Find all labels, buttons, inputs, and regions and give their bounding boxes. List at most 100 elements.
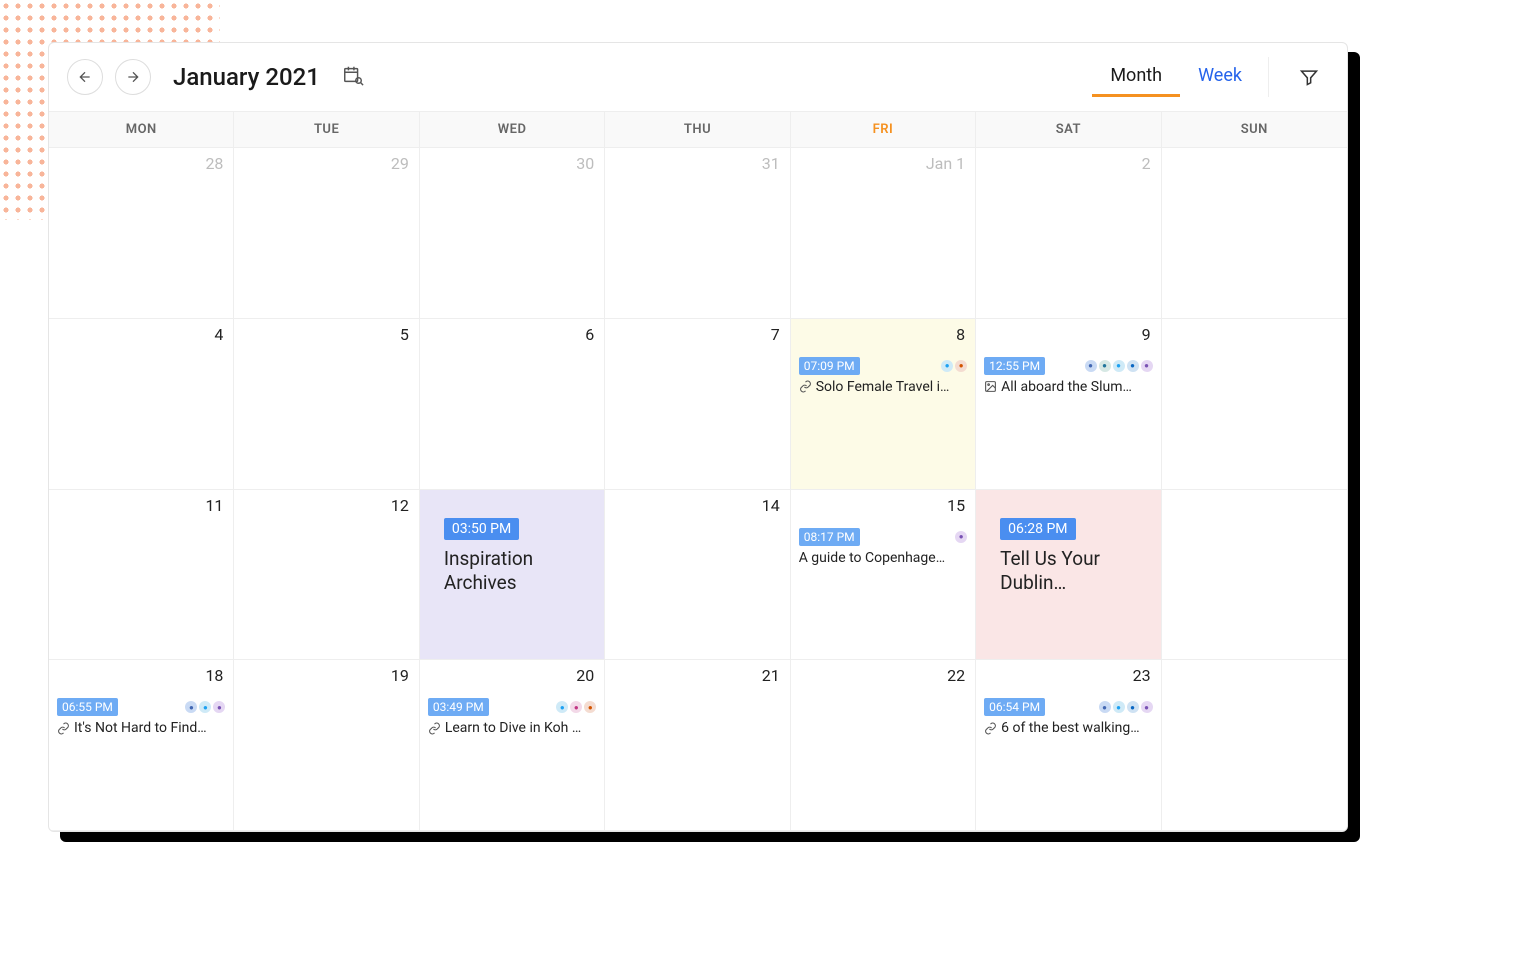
- event-time-badge: 12:55 PM: [984, 357, 1045, 375]
- date-label: 2: [1142, 154, 1151, 173]
- calendar-cell[interactable]: [1162, 660, 1347, 831]
- calendar-cell[interactable]: 03:50 PM Inspiration Archives: [420, 490, 605, 661]
- calendar-cell[interactable]: 12: [234, 490, 419, 661]
- date-label: 28: [205, 154, 223, 173]
- link-icon: [57, 722, 70, 735]
- calendar-cell[interactable]: 28: [49, 148, 234, 319]
- filter-icon: [1299, 67, 1319, 87]
- event-card[interactable]: 06:54 PM●●●●6 of the best walking…: [984, 698, 1152, 736]
- tw-icon: ●: [199, 701, 211, 713]
- event-title: Solo Female Travel i…: [816, 379, 950, 395]
- event-time-badge: 03:50 PM: [444, 518, 519, 540]
- event-card[interactable]: 08:17 PM ● A guide to Copenhage…: [799, 528, 967, 566]
- search-calendar-button[interactable]: [342, 64, 364, 90]
- prev-button[interactable]: [67, 59, 103, 95]
- calendar-cell[interactable]: 4: [49, 319, 234, 490]
- date-label: 12: [391, 496, 409, 515]
- arrow-left-icon: [77, 69, 93, 85]
- li-icon: ●: [1127, 360, 1139, 372]
- link-icon: [428, 722, 441, 735]
- calendar-grid: 28293031Jan 124567807:09 PM●●Solo Female…: [49, 148, 1347, 831]
- calendar-cell[interactable]: 14: [605, 490, 790, 661]
- date-label: Jan 1: [926, 154, 965, 173]
- calendar-cell[interactable]: 2: [976, 148, 1161, 319]
- calendar-cell[interactable]: 807:09 PM●●Solo Female Travel i…: [791, 319, 976, 490]
- event-title: Learn to Dive in Koh …: [445, 720, 581, 736]
- calendar-cell[interactable]: 2306:54 PM●●●●6 of the best walking…: [976, 660, 1161, 831]
- event-title: It's Not Hard to Find…: [74, 720, 207, 736]
- network-icons: ●●●: [556, 701, 596, 713]
- calendar-cell[interactable]: [1162, 490, 1347, 661]
- calendar-cell[interactable]: 7: [605, 319, 790, 490]
- calendar-search-icon: [342, 64, 364, 86]
- date-label: 22: [947, 666, 965, 685]
- gb-icon: ●: [213, 701, 225, 713]
- event-time-badge: 08:17 PM: [799, 528, 860, 546]
- date-label: 14: [762, 496, 780, 515]
- gb-icon: ●: [955, 531, 967, 543]
- event-title: Inspiration Archives: [444, 547, 580, 596]
- fb-icon: ●: [1099, 701, 1111, 713]
- tw-icon: ●: [556, 701, 568, 713]
- date-label: 30: [576, 154, 594, 173]
- day-of-week-row: MONTUEWEDTHUFRISATSUN: [49, 112, 1347, 148]
- date-label: 21: [762, 666, 780, 685]
- dow-tue: TUE: [234, 112, 419, 147]
- calendar-cell[interactable]: [1162, 319, 1347, 490]
- filter-button[interactable]: [1281, 67, 1329, 87]
- calendar-cell[interactable]: 29: [234, 148, 419, 319]
- calendar-cell[interactable]: Jan 1: [791, 148, 976, 319]
- dow-thu: THU: [605, 112, 790, 147]
- event-time-badge: 07:09 PM: [799, 357, 860, 375]
- tab-month[interactable]: Month: [1092, 57, 1180, 97]
- calendar-cell[interactable]: 31: [605, 148, 790, 319]
- date-label: 19: [391, 666, 409, 685]
- calendar-cell[interactable]: 06:28 PMTell Us Your Dublin…: [976, 490, 1161, 661]
- dow-mon: MON: [49, 112, 234, 147]
- link-icon: [984, 722, 997, 735]
- network-icons: ●: [955, 531, 967, 543]
- event-card[interactable]: 07:09 PM●●Solo Female Travel i…: [799, 357, 967, 395]
- calendar-cell[interactable]: 19: [234, 660, 419, 831]
- calendar-cell[interactable]: [1162, 148, 1347, 319]
- date-label: 4: [214, 325, 223, 344]
- gs-icon: ●: [584, 701, 596, 713]
- date-label: 6: [585, 325, 594, 344]
- date-label: 15: [947, 496, 965, 515]
- calendar-cell[interactable]: 15 08:17 PM ● A guide to Copenhage…: [791, 490, 976, 661]
- event-time-badge: 06:28 PM: [1000, 518, 1075, 540]
- date-label: 5: [400, 325, 409, 344]
- view-tabs: Month Week: [1092, 57, 1269, 97]
- event-time-badge: 03:49 PM: [428, 698, 489, 716]
- date-label: 8: [956, 325, 965, 344]
- event-card[interactable]: 03:49 PM●●●Learn to Dive in Koh …: [428, 698, 596, 736]
- event-card[interactable]: 12:55 PM●●●●●All aboard the Slum…: [984, 357, 1152, 395]
- date-label: 11: [205, 496, 223, 515]
- date-label: 31: [762, 154, 780, 173]
- calendar-cell[interactable]: 30: [420, 148, 605, 319]
- event-title: All aboard the Slum…: [1001, 379, 1132, 395]
- event-card[interactable]: 06:28 PMTell Us Your Dublin…: [984, 504, 1152, 596]
- calendar-cell[interactable]: 1806:55 PM●●●It's Not Hard to Find…: [49, 660, 234, 831]
- fb-icon: ●: [185, 701, 197, 713]
- calendar-cell[interactable]: 912:55 PM●●●●●All aboard the Slum…: [976, 319, 1161, 490]
- event-card[interactable]: 06:55 PM●●●It's Not Hard to Find…: [57, 698, 225, 736]
- calendar-cell[interactable]: 11: [49, 490, 234, 661]
- event-time-badge: 06:55 PM: [57, 698, 118, 716]
- calendar-cell[interactable]: 6: [420, 319, 605, 490]
- date-label: 23: [1133, 666, 1151, 685]
- event-title: A guide to Copenhage…: [799, 550, 945, 566]
- calendar-cell[interactable]: 21: [605, 660, 790, 831]
- gb-icon: ●: [1141, 701, 1153, 713]
- calendar-cell[interactable]: 5: [234, 319, 419, 490]
- tw-icon: ●: [941, 360, 953, 372]
- calendar-cell[interactable]: 22: [791, 660, 976, 831]
- date-label: 18: [205, 666, 223, 685]
- tab-week[interactable]: Week: [1180, 57, 1260, 97]
- date-label: 29: [391, 154, 409, 173]
- date-label: 7: [771, 325, 780, 344]
- next-button[interactable]: [115, 59, 151, 95]
- event-card[interactable]: 03:50 PM Inspiration Archives: [428, 504, 596, 596]
- date-label: 20: [576, 666, 594, 685]
- calendar-cell[interactable]: 2003:49 PM●●●Learn to Dive in Koh …: [420, 660, 605, 831]
